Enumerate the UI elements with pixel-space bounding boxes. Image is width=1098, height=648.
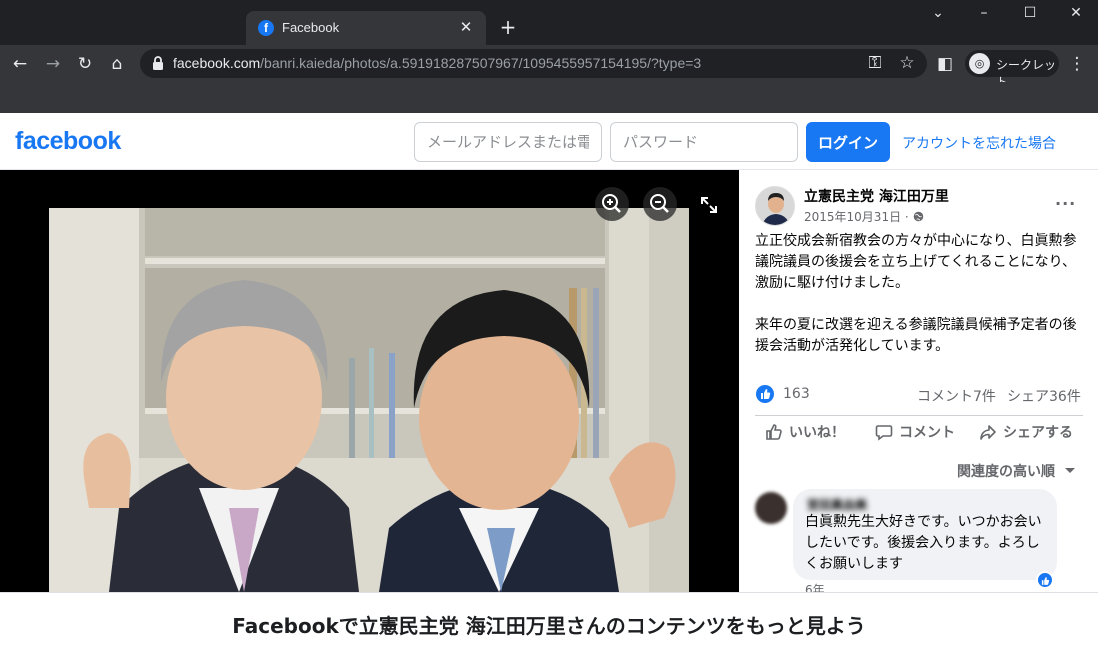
minimize-icon[interactable]: – (972, 4, 996, 22)
post-side-panel: 立憲民主党 海江田万里 2015年10月31日 · ··· 立正佼成会新宿教会の… (739, 170, 1098, 592)
close-tab-icon[interactable]: ✕ (456, 17, 476, 37)
url-path: /banri.kaieda/photos/a.591918287507967/1… (260, 55, 702, 71)
comment-icon (875, 425, 893, 441)
new-tab-icon[interactable]: + (498, 17, 518, 37)
comment-thumbs-up-icon (1041, 577, 1050, 585)
key-icon[interactable]: ⚿ (864, 52, 886, 74)
email-input[interactable] (414, 122, 602, 162)
more-options-icon[interactable]: ··· (1055, 194, 1079, 213)
sort-label: 関連度の高い順 (957, 464, 1055, 480)
share-count[interactable]: シェア36件 (1007, 386, 1081, 406)
browser-toolbar: ← → ↻ ⌂ facebook.com/banri.kaieda/photos… (0, 45, 1098, 89)
chevron-down-icon (1064, 468, 1075, 473)
photo-illustration (49, 208, 689, 592)
comment-time[interactable]: 6年 (805, 581, 825, 592)
maximize-icon[interactable]: ☐ (1018, 4, 1042, 22)
comment-text: 白眞勲先生大好きです。いつかお会いしたいです。後援会入ります。よろしくお願いしま… (805, 514, 1042, 572)
photo-viewer (0, 170, 739, 592)
like-button[interactable]: いいね！ (765, 422, 845, 450)
fullscreen-button[interactable] (698, 194, 720, 216)
forgot-account-link[interactable]: アカウントを忘れた場合 (902, 133, 1056, 153)
share-icon (980, 425, 996, 440)
home-icon[interactable]: ⌂ (106, 53, 128, 75)
facebook-logo[interactable]: facebook (15, 127, 121, 156)
zoom-out-icon (650, 194, 669, 213)
facebook-favicon-icon: f (258, 20, 274, 36)
zoom-in-button[interactable] (595, 187, 629, 221)
post-text: 立正佼成会新宿教会の方々が中心になり、白眞勲参議院議員の後援会を立ち上げてくれる… (755, 233, 1077, 354)
like-button-label: いいね！ (789, 425, 845, 441)
forward-arrow-icon[interactable]: → (42, 53, 64, 75)
browser-tab[interactable]: f Facebook ✕ (246, 11, 486, 45)
browser-menu-icon[interactable]: ⋮ (1066, 53, 1088, 75)
side-panel-icon[interactable]: ◧ (934, 53, 956, 75)
reactions-divider (755, 415, 1083, 416)
login-prompt-banner: Facebookで立憲民主党 海江田万里さんのコンテンツをもっと見よう (0, 592, 1098, 648)
share-button-label: シェアする (1003, 425, 1073, 441)
login-button[interactable]: ログイン (806, 122, 890, 162)
comment-bubble: 宮田真由美 白眞勲先生大好きです。いつかお会いしたいです。後援会入ります。よろし… (793, 489, 1057, 580)
fullscreen-icon (701, 197, 717, 213)
incognito-icon: ◎ (969, 53, 990, 74)
comment-button[interactable]: コメント (875, 422, 955, 450)
commenter-avatar[interactable] (755, 492, 787, 524)
like-outline-icon (766, 424, 782, 440)
author-avatar[interactable] (755, 186, 795, 226)
post-date[interactable]: 2015年10月31日 · (804, 208, 924, 225)
comment-count[interactable]: コメント7件 (917, 386, 996, 406)
bookmark-star-icon[interactable]: ☆ (896, 52, 918, 74)
zoom-out-button[interactable] (643, 187, 677, 221)
facebook-header: facebook ログイン アカウントを忘れた場合 (0, 113, 1098, 170)
thumbs-up-icon (761, 389, 771, 399)
window-close-icon[interactable]: ✕ (1064, 4, 1088, 22)
zoom-in-icon (602, 194, 621, 213)
author-avatar-image (756, 187, 794, 225)
tab-title: Facebook (282, 20, 340, 35)
bookmarks-bar (0, 82, 1098, 113)
share-button[interactable]: シェアする (979, 422, 1073, 450)
globe-icon (913, 211, 923, 222)
comment-button-label: コメント (899, 425, 955, 441)
lock-icon (153, 56, 163, 70)
tab-search-icon[interactable]: ⌄ (926, 4, 950, 22)
url-host: facebook.com (173, 55, 261, 71)
comment-like-reaction-icon[interactable] (1036, 571, 1054, 589)
comment-sort-dropdown[interactable]: 関連度の高い順 (957, 461, 1076, 481)
browser-tabstrip: f Facebook ✕ + ⌄ – ☐ ✕ (0, 0, 1098, 45)
incognito-indicator[interactable]: ◎ シークレット (965, 50, 1059, 89)
like-reaction-icon (756, 385, 774, 403)
url-text: facebook.com/banri.kaieda/photos/a.59191… (173, 55, 701, 71)
like-count[interactable]: 163 (783, 386, 810, 402)
post-author-name[interactable]: 立憲民主党 海江田万里 (804, 186, 949, 206)
address-bar[interactable]: facebook.com/banri.kaieda/photos/a.59191… (140, 49, 927, 78)
post-photo[interactable] (49, 208, 689, 592)
reload-icon[interactable]: ↻ (74, 53, 96, 75)
password-input[interactable] (610, 122, 798, 162)
commenter-name[interactable]: 宮田真由美 (807, 496, 867, 513)
back-arrow-icon[interactable]: ← (9, 53, 31, 75)
post-date-text: 2015年10月31日 · (804, 210, 909, 224)
banner-text: Facebookで立憲民主党 海江田万里さんのコンテンツをもっと見よう (232, 614, 866, 638)
